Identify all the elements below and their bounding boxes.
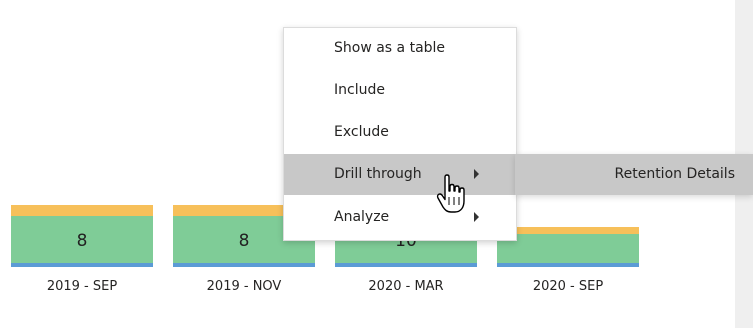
context-menu: Show as a table Include Exclude Drill th…	[283, 27, 517, 241]
submenu-item-retention-details[interactable]: Retention Details	[515, 154, 736, 195]
bar-segment-green	[497, 234, 639, 263]
bar-segment-blue	[335, 263, 477, 267]
menu-item-show-as-table[interactable]: Show as a table	[284, 28, 516, 69]
menu-item-label: Include	[334, 82, 385, 98]
bar-segment-orange	[497, 227, 639, 234]
menu-item-label: Exclude	[334, 124, 389, 140]
bar-2019-sep[interactable]: 8	[11, 205, 153, 267]
x-tick-label: 2019 - SEP	[46, 279, 118, 294]
bar-2020-sep[interactable]	[497, 227, 639, 267]
drill-through-submenu: Retention Details	[515, 154, 753, 195]
menu-item-label: Drill through	[334, 166, 422, 182]
data-label: 8	[76, 231, 88, 251]
x-tick-label: 2020 - MAR	[368, 279, 444, 294]
menu-item-analyze[interactable]: Analyze	[284, 197, 516, 238]
chevron-right-icon	[474, 169, 479, 179]
bar-segment-blue	[11, 263, 153, 267]
chevron-right-icon	[474, 212, 479, 222]
menu-item-label: Show as a table	[334, 40, 446, 56]
bar-segment-blue	[497, 263, 639, 267]
menu-item-exclude[interactable]: Exclude	[284, 112, 516, 153]
bar-segment-orange	[11, 205, 153, 216]
hand-pointer-icon	[436, 174, 465, 213]
menu-item-include[interactable]: Include	[284, 70, 516, 111]
x-tick-label: 2020 - SEP	[532, 279, 604, 294]
bar-segment-blue	[173, 263, 315, 267]
menu-item-drill-through[interactable]: Drill through	[284, 154, 516, 195]
x-tick-label: 2019 - NOV	[206, 279, 282, 294]
menu-item-label: Analyze	[334, 209, 390, 225]
